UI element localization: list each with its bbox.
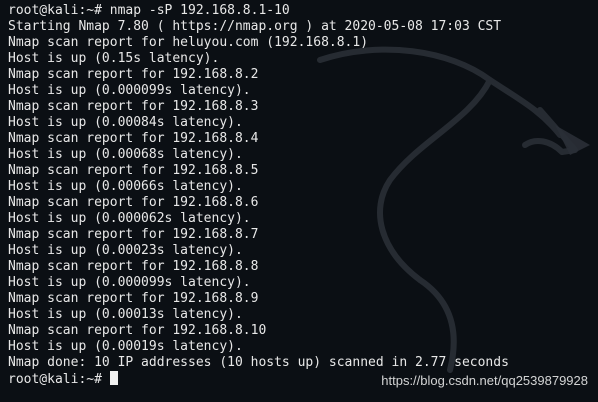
terminal-line: Host is up (0.000099s latency).	[8, 83, 251, 98]
terminal-line: Nmap scan report for 192.168.8.2	[8, 67, 259, 82]
terminal-line: Host is up (0.00066s latency).	[8, 179, 243, 194]
terminal-output: root@kali:~# nmap -sP 192.168.8.1-10 Star…	[8, 3, 509, 387]
terminal-line: Host is up (0.000099s latency).	[8, 275, 251, 290]
watermark-text: https://blog.csdn.net/qq2539879928	[381, 373, 588, 388]
terminal-line: Nmap scan report for 192.168.8.3	[8, 99, 259, 114]
terminal-line: Nmap done: 10 IP addresses (10 hosts up)…	[8, 355, 509, 370]
terminal-line: Nmap scan report for 192.168.8.4	[8, 131, 259, 146]
terminal-line: Nmap scan report for 192.168.8.8	[8, 259, 259, 274]
terminal-line: Nmap scan report for heluyou.com (192.16…	[8, 35, 369, 50]
terminal-line: root@kali:~# nmap -sP 192.168.8.1-10	[8, 3, 290, 18]
terminal-line: Host is up (0.00023s latency).	[8, 243, 243, 258]
terminal-line: Host is up (0.000062s latency).	[8, 211, 251, 226]
terminal-line: Nmap scan report for 192.168.8.5	[8, 163, 259, 178]
terminal-line: Nmap scan report for 192.168.8.6	[8, 195, 259, 210]
text-cursor	[109, 371, 118, 385]
terminal-line: Host is up (0.00013s latency).	[8, 307, 243, 322]
prompt-text: root@kali:~#	[8, 372, 110, 387]
terminal-line: Nmap scan report for 192.168.8.10	[8, 323, 267, 338]
terminal-line: Host is up (0.00068s latency).	[8, 147, 243, 162]
terminal-window[interactable]: root@kali:~# nmap -sP 192.168.8.1-10 Star…	[0, 0, 598, 402]
terminal-line: Host is up (0.00019s latency).	[8, 339, 243, 354]
terminal-line: Nmap scan report for 192.168.8.7	[8, 227, 259, 242]
terminal-line: Nmap scan report for 192.168.8.9	[8, 291, 259, 306]
terminal-line: Host is up (0.00084s latency).	[8, 115, 243, 130]
terminal-line: Starting Nmap 7.80 ( https://nmap.org ) …	[8, 19, 502, 34]
terminal-line: Host is up (0.15s latency).	[8, 51, 220, 66]
